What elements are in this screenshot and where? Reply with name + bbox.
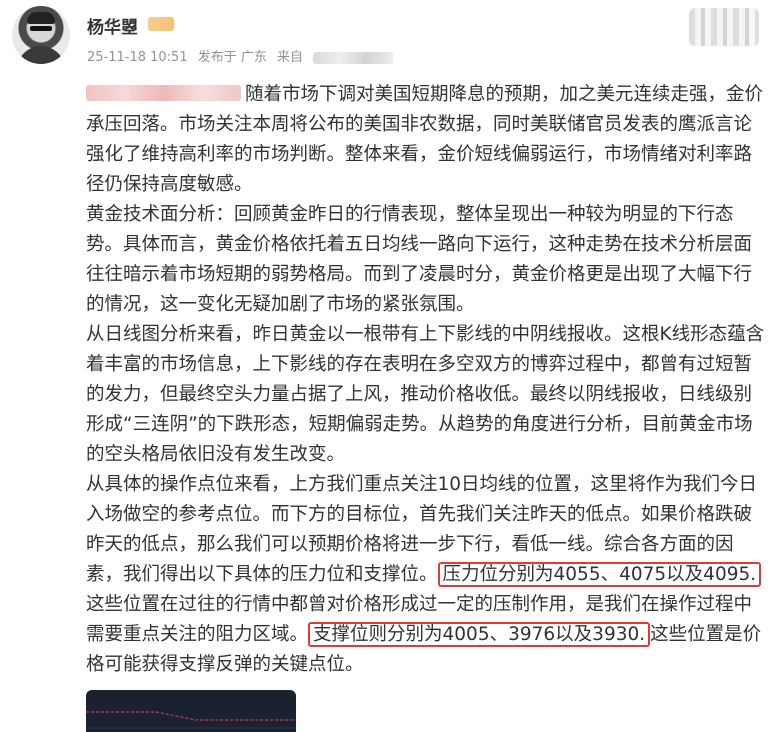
post-location: 发布于 广东 — [197, 50, 267, 65]
weibo-post: 杨华曌 25-11-18 10:51 发布于 广东 来自 随着市场下调对美国短期… — [0, 0, 781, 732]
thumbnail-line — [86, 711, 296, 721]
avatar-glasses-shape — [30, 26, 52, 31]
post-paragraph-4: 从具体的操作点位来看，上方我们重点关注10日均线的位置，这里将作为我们今日入场做… — [86, 470, 766, 680]
support-levels-highlight: 支撑位则分别为4005、3976以及3930. — [308, 622, 651, 647]
post-source-blurred — [313, 51, 394, 64]
post-meta: 25-11-18 10:51 发布于 广东 来自 — [87, 46, 399, 65]
follow-button-blurred[interactable] — [689, 8, 759, 46]
author-avatar[interactable] — [12, 6, 70, 64]
chart-thumbnail-graphic — [86, 711, 296, 729]
chart-image-thumbnail[interactable] — [86, 690, 296, 732]
author-name[interactable]: 杨华曌 — [87, 13, 138, 38]
avatar-body-shape — [17, 46, 65, 64]
post-paragraph: 随着市场下调对美国短期降息的预期，加之美元连续走强，金价承压回落。市场关注本周将… — [86, 80, 766, 200]
blurred-mention — [86, 85, 241, 101]
resistance-levels-highlight: 压力位分别为4055、4075以及4095. — [437, 562, 762, 587]
post-paragraph-3: 从日线图分析来看，昨日黄金以一根带有上下影线的中阴线报收。这根K线形态蕴含着丰富… — [86, 324, 765, 465]
post-paragraph-2: 黄金技术面分析：回顾黄金昨日的行情表现，整体呈现出一种较为明显的下行态势。具体而… — [86, 204, 753, 315]
vip-badge-icon — [148, 17, 174, 31]
post-content: 随着市场下调对美国短期降息的预期，加之美元连续走强，金价承压回落。市场关注本周将… — [86, 80, 766, 680]
post-datetime[interactable]: 25-11-18 10:51 — [87, 50, 188, 65]
avatar-hair-shape — [27, 12, 55, 24]
post-source-label: 来自 — [277, 50, 304, 65]
